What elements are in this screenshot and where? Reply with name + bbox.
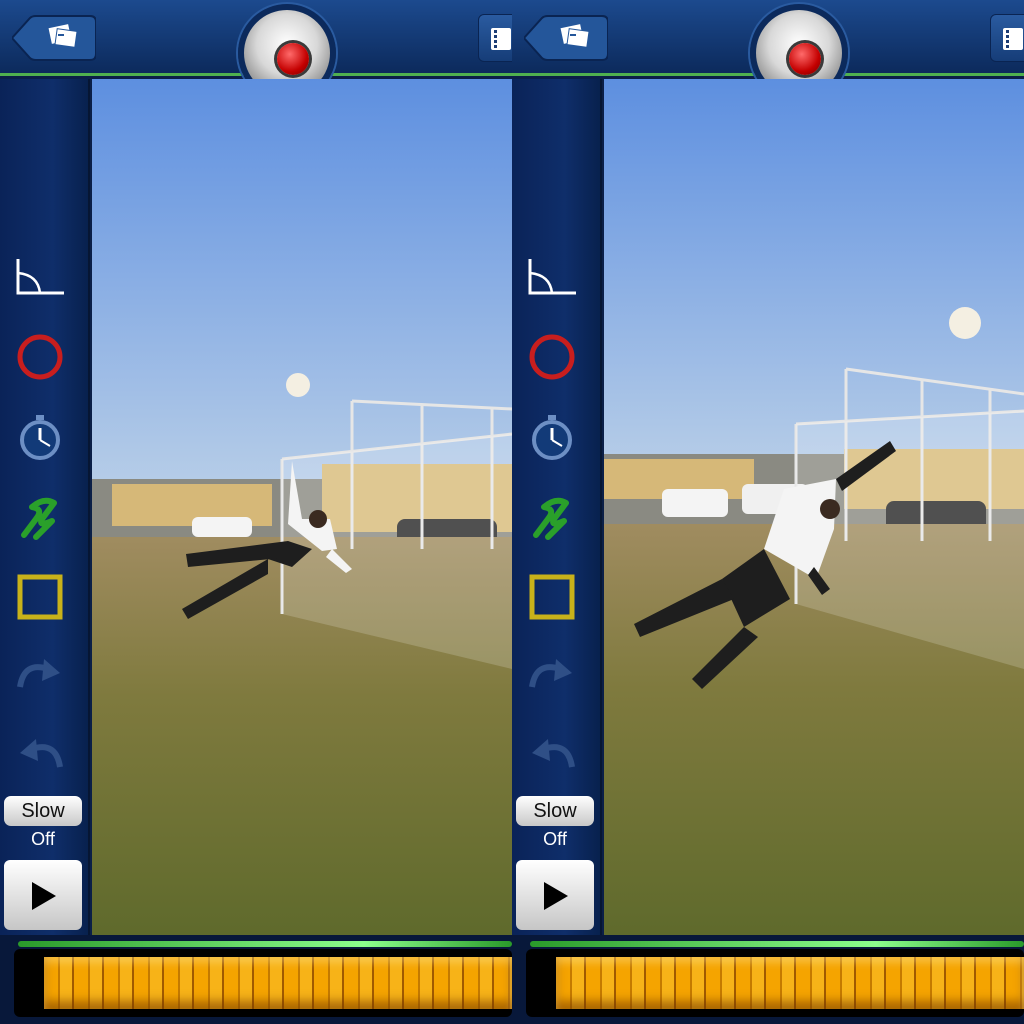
circle-tool-icon xyxy=(17,334,63,380)
film-strip-button[interactable] xyxy=(990,14,1024,62)
slow-motion-state: Off xyxy=(31,829,55,849)
film-strip-button[interactable] xyxy=(478,14,512,62)
frame-strip[interactable] xyxy=(526,949,1024,1017)
freehand-tool-icon xyxy=(21,497,57,540)
circle-tool-icon xyxy=(529,334,575,380)
record-dot xyxy=(789,43,821,75)
slow-motion-button[interactable]: Slow xyxy=(4,796,82,826)
back-button[interactable] xyxy=(524,14,608,62)
angle-tool-button[interactable] xyxy=(14,251,78,303)
redo-icon xyxy=(529,659,572,688)
circle-tool-button[interactable] xyxy=(526,331,578,383)
sky xyxy=(92,79,512,499)
parked-car xyxy=(192,517,252,537)
soccer-ball xyxy=(949,307,981,339)
play-button[interactable] xyxy=(516,860,594,930)
video-scene xyxy=(92,79,512,935)
video-panel-right: Slow Off xyxy=(512,0,1024,1024)
freehand-tool-button[interactable] xyxy=(14,491,66,543)
play-button[interactable] xyxy=(4,860,82,930)
angle-tool-icon xyxy=(528,259,576,295)
soccer-ball xyxy=(286,373,310,397)
film-strip-icon xyxy=(491,28,511,50)
angle-tool-icon xyxy=(16,259,78,295)
undo-icon xyxy=(20,739,63,768)
freehand-tool-button[interactable] xyxy=(526,491,578,543)
timer-tool-icon xyxy=(20,415,60,460)
rectangle-tool-button[interactable] xyxy=(526,571,578,623)
slow-motion-state: Off xyxy=(543,829,567,849)
rectangle-tool-icon xyxy=(17,574,63,620)
film-strip-icon xyxy=(1003,28,1023,50)
freehand-tool-icon xyxy=(533,497,569,540)
redo-icon xyxy=(17,659,60,688)
undo-button[interactable] xyxy=(14,729,66,781)
redo-button[interactable] xyxy=(526,649,578,701)
frame-strip[interactable] xyxy=(14,949,512,1017)
frame-thumbnails xyxy=(44,957,512,1009)
video-frame[interactable] xyxy=(92,79,512,935)
back-button[interactable] xyxy=(12,14,96,62)
video-panel-left: Slow Off xyxy=(0,0,512,1024)
top-toolbar xyxy=(0,0,512,102)
rectangle-tool-icon xyxy=(529,574,575,620)
redo-button[interactable] xyxy=(14,649,66,701)
parked-car xyxy=(662,489,728,517)
playback-progress xyxy=(530,941,1024,947)
timer-tool-button[interactable] xyxy=(14,411,66,463)
video-frame[interactable] xyxy=(604,79,1024,935)
record-dot xyxy=(277,43,309,75)
playback-progress xyxy=(18,941,512,947)
slow-motion-button[interactable]: Slow xyxy=(516,796,594,826)
video-scene xyxy=(604,79,1024,935)
frame-thumbnails xyxy=(556,957,1024,1009)
angle-tool-button[interactable] xyxy=(526,251,578,303)
video-timeline[interactable] xyxy=(0,935,512,1024)
undo-icon xyxy=(532,739,575,768)
timer-tool-icon xyxy=(532,415,572,460)
undo-button[interactable] xyxy=(526,729,578,781)
rectangle-tool-button[interactable] xyxy=(14,571,66,623)
circle-tool-button[interactable] xyxy=(14,331,66,383)
timer-tool-button[interactable] xyxy=(526,411,578,463)
video-timeline[interactable] xyxy=(512,935,1024,1024)
top-toolbar xyxy=(512,0,1024,102)
